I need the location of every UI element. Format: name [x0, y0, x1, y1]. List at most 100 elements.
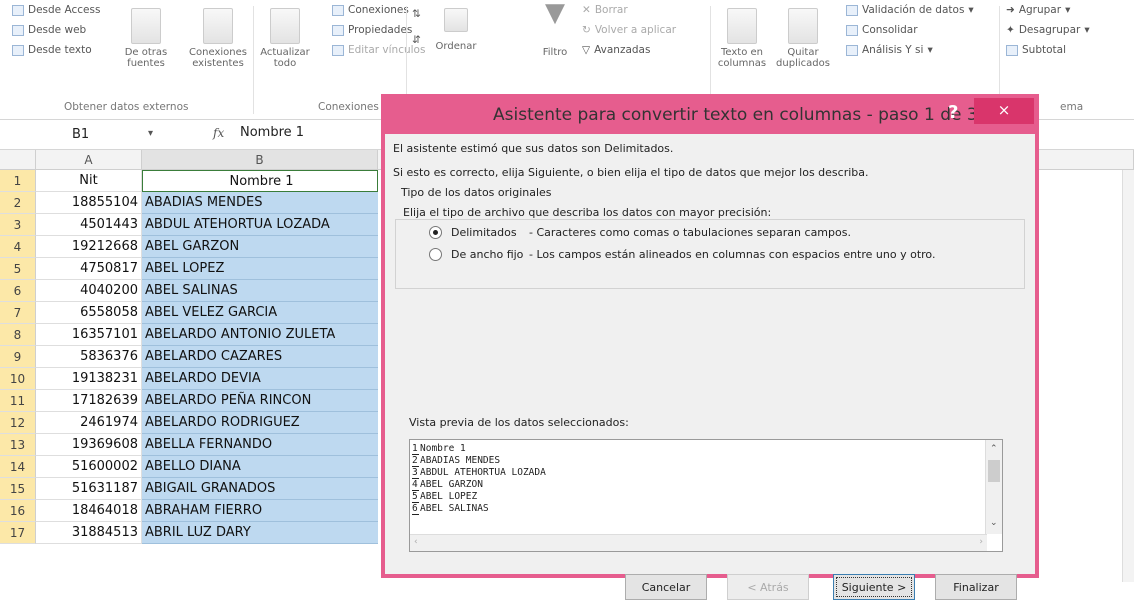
row-header[interactable]: 8: [0, 324, 36, 346]
row-header[interactable]: 5: [0, 258, 36, 280]
properties-button[interactable]: Propiedades: [332, 24, 412, 36]
cell-a[interactable]: 19138231: [36, 368, 142, 390]
cell-b[interactable]: Nombre 1: [142, 170, 378, 192]
scroll-up-icon[interactable]: ⌃: [990, 444, 998, 454]
delimited-label[interactable]: Delimitados: [451, 226, 517, 239]
cell-b[interactable]: ABELARDO RODRIGUEZ: [142, 412, 378, 434]
sort-button[interactable]: Ordenar: [428, 8, 484, 52]
preview-horizontal-scrollbar[interactable]: ‹ ›: [410, 534, 987, 551]
cancel-button[interactable]: Cancelar: [625, 574, 707, 600]
from-text-button[interactable]: Desde texto: [12, 44, 92, 56]
ungroup-button[interactable]: ✦ Desagrupar ▾: [1006, 24, 1090, 36]
help-icon[interactable]: ?: [948, 102, 958, 123]
advanced-filter-button[interactable]: ▽ Avanzadas: [582, 44, 650, 56]
next-button[interactable]: Siguiente >: [833, 574, 915, 600]
consolidate-button[interactable]: Consolidar: [846, 24, 918, 36]
cell-a[interactable]: 51600002: [36, 456, 142, 478]
cell-a[interactable]: 6558058: [36, 302, 142, 324]
row-header[interactable]: 1: [0, 170, 36, 192]
column-header-a[interactable]: A: [36, 150, 142, 170]
row-header[interactable]: 6: [0, 280, 36, 302]
cell-a[interactable]: Nit: [36, 170, 142, 192]
cell-b[interactable]: ABRIL LUZ DARY: [142, 522, 378, 544]
row-header[interactable]: 15: [0, 478, 36, 500]
cell-b[interactable]: ABEL VELEZ GARCIA: [142, 302, 378, 324]
cell-a[interactable]: 5836376: [36, 346, 142, 368]
cell-a[interactable]: 18464018: [36, 500, 142, 522]
column-header-b[interactable]: B: [142, 150, 378, 170]
remove-duplicates-button[interactable]: Quitar duplicados: [772, 8, 834, 69]
cell-b[interactable]: ABELARDO PEÑA RINCON: [142, 390, 378, 412]
cell-b[interactable]: ABADIAS MENDES: [142, 192, 378, 214]
cell-a[interactable]: 19369608: [36, 434, 142, 456]
other-sources-button[interactable]: De otras fuentes: [122, 8, 170, 69]
cell-a[interactable]: 2461974: [36, 412, 142, 434]
dialog-titlebar[interactable]: Asistente para convertir texto en column…: [381, 94, 1039, 134]
cell-a[interactable]: 16357101: [36, 324, 142, 346]
row-header[interactable]: 2: [0, 192, 36, 214]
connections-button[interactable]: Conexiones: [332, 4, 409, 16]
row-header[interactable]: 7: [0, 302, 36, 324]
cell-b[interactable]: ABDUL ATEHORTUA LOZADA: [142, 214, 378, 236]
cell-a[interactable]: 4040200: [36, 280, 142, 302]
reapply-button[interactable]: ↻ Volver a aplicar: [582, 24, 676, 36]
what-if-button[interactable]: Análisis Y si ▾: [846, 44, 933, 56]
data-validation-button[interactable]: Validación de datos ▾: [846, 4, 974, 16]
cell-b[interactable]: ABELARDO DEVIA: [142, 368, 378, 390]
cell-b[interactable]: ABEL GARZON: [142, 236, 378, 258]
existing-connections-button[interactable]: Conexiones existentes: [188, 8, 248, 69]
name-box[interactable]: B1: [0, 124, 138, 146]
group-button[interactable]: ➜ Agrupar ▾: [1006, 4, 1070, 16]
row-header[interactable]: 10: [0, 368, 36, 390]
row-header[interactable]: 16: [0, 500, 36, 522]
scroll-right-icon[interactable]: ›: [979, 537, 983, 547]
row-header[interactable]: 3: [0, 214, 36, 236]
row-header[interactable]: 9: [0, 346, 36, 368]
cell-a[interactable]: 19212668: [36, 236, 142, 258]
scroll-left-icon[interactable]: ‹: [414, 537, 418, 547]
row-header[interactable]: 17: [0, 522, 36, 544]
vertical-scrollbar[interactable]: [1122, 170, 1134, 582]
refresh-all-button[interactable]: Actualizar todo: [258, 8, 312, 69]
cell-b[interactable]: ABELARDO ANTONIO ZULETA: [142, 324, 378, 346]
preview-vertical-scrollbar[interactable]: ⌃ ⌄: [985, 440, 1002, 534]
scroll-down-icon[interactable]: ⌄: [990, 518, 998, 528]
sort-za-button[interactable]: ⇵: [412, 34, 421, 46]
cell-a[interactable]: 4750817: [36, 258, 142, 280]
cell-a[interactable]: 51631187: [36, 478, 142, 500]
row-header[interactable]: 4: [0, 236, 36, 258]
row-header[interactable]: 13: [0, 434, 36, 456]
cell-b[interactable]: ABELLA FERNANDO: [142, 434, 378, 456]
cell-b[interactable]: ABEL LOPEZ: [142, 258, 378, 280]
row-header[interactable]: 12: [0, 412, 36, 434]
clear-filter-button[interactable]: ✕ Borrar: [582, 4, 628, 16]
cell-a[interactable]: 4501443: [36, 214, 142, 236]
fixed-width-radio[interactable]: [429, 248, 442, 261]
fixed-width-label[interactable]: De ancho fijo: [451, 248, 523, 261]
row-header[interactable]: 11: [0, 390, 36, 412]
cell-a[interactable]: 18855104: [36, 192, 142, 214]
scroll-thumb[interactable]: [988, 460, 1000, 482]
row-header[interactable]: 14: [0, 456, 36, 478]
cell-b[interactable]: ABIGAIL GRANADOS: [142, 478, 378, 500]
cell-a[interactable]: 31884513: [36, 522, 142, 544]
cell-b[interactable]: ABELARDO CAZARES: [142, 346, 378, 368]
cell-b[interactable]: ABRAHAM FIERRO: [142, 500, 378, 522]
back-button[interactable]: < Atrás: [727, 574, 809, 600]
cell-b[interactable]: ABELLO DIANA: [142, 456, 378, 478]
filter-button[interactable]: ▼ Filtro: [535, 0, 575, 58]
subtotal-button[interactable]: Subtotal: [1006, 44, 1066, 56]
close-button[interactable]: ×: [974, 98, 1034, 124]
select-all-corner[interactable]: [0, 150, 36, 170]
finish-button[interactable]: Finalizar: [935, 574, 1017, 600]
from-access-button[interactable]: Desde Access: [12, 4, 100, 16]
delimited-radio[interactable]: [429, 226, 442, 239]
cell-b[interactable]: ABEL SALINAS: [142, 280, 378, 302]
sort-az-button[interactable]: ⇅: [412, 8, 421, 20]
insert-function-icon[interactable]: fx: [213, 126, 224, 140]
name-box-dropdown-icon[interactable]: ▾: [148, 128, 153, 139]
from-web-button[interactable]: Desde web: [12, 24, 86, 36]
text-to-columns-button[interactable]: Texto en columnas: [713, 8, 771, 69]
cell-a[interactable]: 17182639: [36, 390, 142, 412]
formula-input[interactable]: Nombre 1: [240, 125, 304, 140]
